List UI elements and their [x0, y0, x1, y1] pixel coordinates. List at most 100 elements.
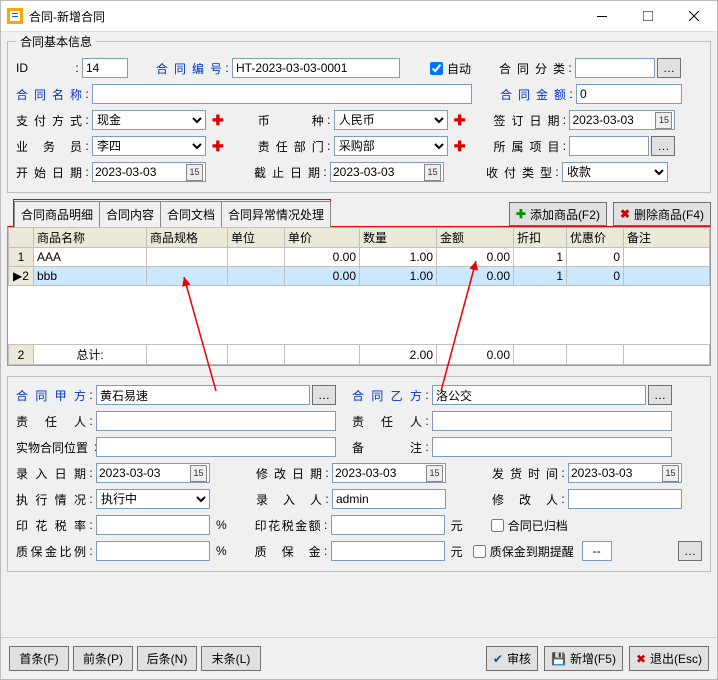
grid-col-header[interactable]: 单价 — [285, 228, 360, 248]
sales-select[interactable]: 李四 — [92, 136, 206, 156]
category-lookup-button[interactable]: … — [657, 58, 681, 78]
dept-select[interactable]: 采购部 — [334, 136, 448, 156]
end-label: 截止日期 — [254, 164, 320, 181]
minimize-button[interactable] — [579, 1, 625, 31]
calendar-icon[interactable]: 15 — [655, 112, 672, 129]
pct-label: % — [216, 518, 227, 532]
respB-input[interactable] — [432, 411, 672, 431]
remark-input[interactable] — [432, 437, 672, 457]
grid-col-header[interactable]: 商品规格 — [147, 228, 228, 248]
calendar-icon[interactable]: 15 — [426, 465, 443, 482]
plus-icon: ✚ — [516, 207, 526, 221]
modifier-input[interactable] — [568, 489, 682, 509]
table-row[interactable]: ▶2bbb0.001.000.0010 — [9, 267, 710, 286]
grid-col-header[interactable]: 数量 — [360, 228, 437, 248]
basic-info-legend: 合同基本信息 — [16, 33, 96, 50]
respB-label: 责 任 人 — [352, 413, 422, 430]
start-date-input[interactable]: 2023-03-0315 — [92, 162, 206, 182]
project-input[interactable] — [569, 136, 649, 156]
add-sales-icon[interactable]: ✚ — [212, 138, 224, 155]
tab-exceptions[interactable]: 合同异常情况处理 — [221, 201, 331, 227]
grid-col-header[interactable]: 单位 — [228, 228, 285, 248]
grid-col-header[interactable]: 金额 — [437, 228, 514, 248]
footer-bar: 首条(F) 前条(P) 后条(N) 末条(L) ✔审核 💾新增(F5) ✖退出(… — [1, 637, 717, 679]
window-title: 合同-新增合同 — [29, 8, 579, 25]
pct-label2: % — [216, 544, 227, 558]
calendar-icon[interactable]: 15 — [424, 164, 441, 181]
rptype-select[interactable]: 收款 — [562, 162, 668, 182]
currency-label: 币 种 — [258, 112, 324, 129]
respA-label: 责 任 人 — [16, 413, 86, 430]
partyB-input[interactable] — [432, 385, 646, 405]
tab-content[interactable]: 合同内容 — [99, 201, 161, 227]
modify-date-label: 修改日期 — [256, 465, 322, 482]
calendar-icon[interactable]: 15 — [186, 164, 203, 181]
add-product-button[interactable]: ✚ 添加商品(F2) — [509, 202, 607, 226]
stamp-amount-input[interactable] — [331, 515, 445, 535]
margin-rate-label: 质保金比例 — [16, 543, 86, 560]
tab-docs[interactable]: 合同文档 — [160, 201, 222, 227]
audit-button[interactable]: ✔审核 — [486, 646, 538, 671]
margin-rate-input[interactable] — [96, 541, 210, 561]
partyB-lookup-button[interactable]: … — [648, 385, 672, 405]
new-button[interactable]: 💾新增(F5) — [544, 646, 623, 671]
close-button[interactable] — [671, 1, 717, 31]
loc-input[interactable] — [96, 437, 336, 457]
app-icon — [7, 8, 23, 24]
grid-col-header[interactable]: 商品名称 — [34, 228, 147, 248]
grid-col-header[interactable]: 优惠价 — [567, 228, 624, 248]
window-titlebar: 合同-新增合同 — [1, 1, 717, 32]
respA-input[interactable] — [96, 411, 336, 431]
project-lookup-button[interactable]: … — [651, 136, 675, 156]
sign-date-input[interactable]: 2023-03-0315 — [569, 110, 675, 130]
end-date-input[interactable]: 2023-03-0315 — [330, 162, 444, 182]
add-dept-icon[interactable]: ✚ — [454, 138, 466, 155]
ship-date-label: 发货时间 — [492, 465, 558, 482]
nav-prev-button[interactable]: 前条(P) — [73, 646, 133, 671]
entry-label: 录 入 人 — [256, 491, 322, 508]
start-label: 开始日期 — [16, 164, 82, 181]
product-grid[interactable]: 商品名称商品规格单位单价数量金额折扣优惠价备注1AAA0.001.000.001… — [7, 226, 711, 366]
tab-goods-detail[interactable]: 合同商品明细 — [14, 201, 100, 227]
maximize-button[interactable] — [625, 1, 671, 31]
exit-button[interactable]: ✖退出(Esc) — [629, 646, 709, 671]
grid-col-header[interactable]: 备注 — [624, 228, 710, 248]
category-input[interactable] — [575, 58, 655, 78]
input-date-input[interactable]: 2023-03-0315 — [96, 463, 210, 483]
margin-input[interactable] — [331, 541, 445, 561]
add-currency-icon[interactable]: ✚ — [454, 112, 466, 129]
margin-remind-checkbox[interactable] — [473, 545, 486, 558]
add-pay-icon[interactable]: ✚ — [212, 112, 224, 129]
nav-next-button[interactable]: 后条(N) — [137, 646, 197, 671]
margin-remind-input[interactable] — [582, 541, 612, 561]
calendar-icon[interactable]: 15 — [662, 465, 679, 482]
margin-remind-label: 质保金到期提醒 — [490, 543, 574, 560]
more-button[interactable]: … — [678, 541, 702, 561]
id-input[interactable] — [82, 58, 128, 78]
currency-select[interactable]: 人民币 — [334, 110, 448, 130]
code-input[interactable] — [232, 58, 400, 78]
save-icon: 💾 — [551, 652, 566, 666]
modify-date-input[interactable]: 2023-03-0315 — [332, 463, 446, 483]
calendar-icon[interactable]: 15 — [190, 465, 207, 482]
loc-label: 实物合同位置 — [16, 439, 94, 456]
partyA-lookup-button[interactable]: … — [312, 385, 336, 405]
nav-first-button[interactable]: 首条(F) — [9, 646, 69, 671]
exec-select[interactable]: 执行中 — [96, 489, 210, 509]
delete-product-button[interactable]: ✖ 删除商品(F4) — [613, 202, 711, 226]
auto-label: 自动 — [447, 60, 471, 77]
nav-last-button[interactable]: 末条(L) — [201, 646, 261, 671]
name-input[interactable] — [92, 84, 472, 104]
entry-input[interactable] — [332, 489, 446, 509]
archived-checkbox[interactable] — [491, 519, 504, 532]
archived-label: 合同已归档 — [508, 517, 568, 534]
input-date-label: 录入日期 — [16, 465, 86, 482]
table-row[interactable]: 1AAA0.001.000.0010 — [9, 248, 710, 267]
partyA-input[interactable] — [96, 385, 310, 405]
auto-checkbox[interactable] — [430, 62, 443, 75]
pay-select[interactable]: 现金 — [92, 110, 206, 130]
grid-col-header[interactable]: 折扣 — [514, 228, 567, 248]
amount-input[interactable] — [576, 84, 682, 104]
ship-date-input[interactable]: 2023-03-0315 — [568, 463, 682, 483]
stamp-rate-input[interactable] — [96, 515, 210, 535]
